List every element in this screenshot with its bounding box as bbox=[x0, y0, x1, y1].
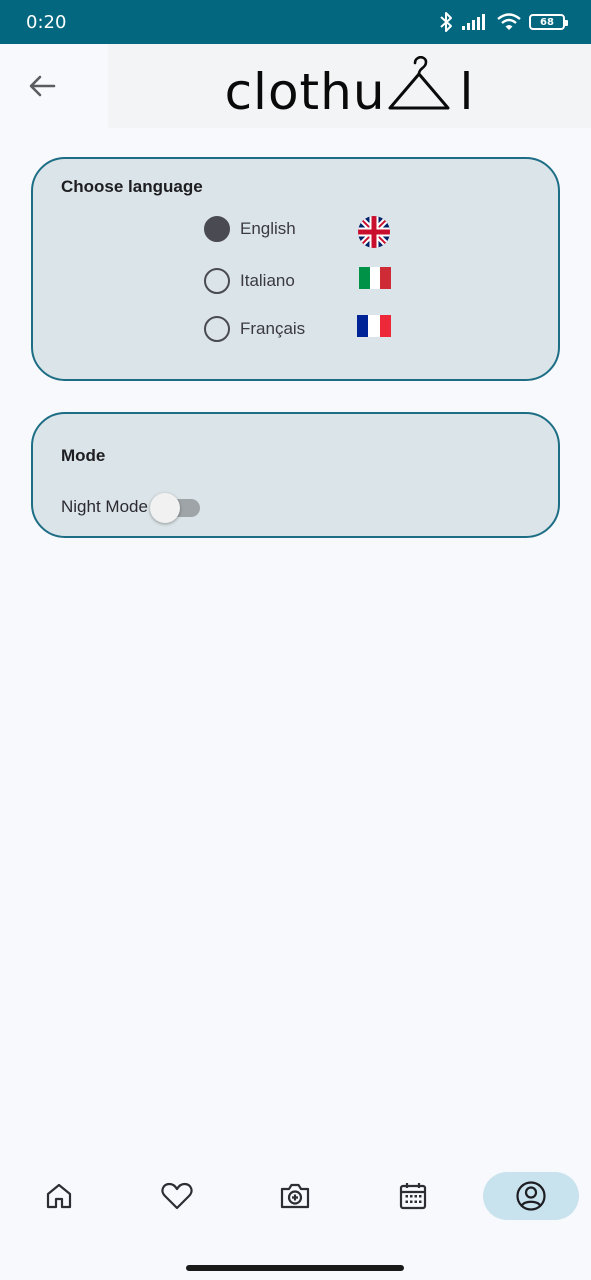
italy-flag-icon bbox=[359, 267, 391, 294]
app-logo: clothu l bbox=[108, 44, 591, 128]
uk-flag-icon bbox=[358, 216, 390, 253]
arrow-left-icon bbox=[29, 75, 56, 97]
bottom-navigation bbox=[0, 1160, 591, 1256]
signal-icon bbox=[461, 13, 489, 31]
language-label: Italiano bbox=[240, 271, 295, 290]
home-icon bbox=[46, 1183, 72, 1209]
radio-english[interactable] bbox=[204, 216, 230, 242]
bluetooth-icon bbox=[439, 11, 453, 33]
mode-card: Mode Night Mode bbox=[31, 412, 560, 538]
heart-icon bbox=[161, 1182, 193, 1210]
profile-icon bbox=[516, 1181, 546, 1211]
battery-level: 68 bbox=[540, 16, 554, 28]
home-indicator[interactable] bbox=[186, 1265, 404, 1271]
night-mode-row: Night Mode bbox=[61, 492, 202, 523]
calendar-icon bbox=[399, 1183, 427, 1210]
status-bar: 0:20 68 bbox=[0, 0, 591, 44]
wifi-icon bbox=[497, 13, 521, 31]
nav-add-photo[interactable] bbox=[247, 1172, 343, 1220]
nav-favorites[interactable] bbox=[129, 1172, 225, 1220]
language-title: Choose language bbox=[61, 177, 203, 196]
language-label: English bbox=[240, 219, 296, 238]
nav-home[interactable] bbox=[11, 1172, 107, 1220]
status-time: 0:20 bbox=[26, 11, 67, 33]
back-button[interactable] bbox=[22, 66, 62, 106]
status-icons: 68 bbox=[439, 11, 568, 33]
radio-francais[interactable] bbox=[204, 316, 230, 342]
language-label: Français bbox=[240, 319, 306, 338]
nav-profile[interactable] bbox=[483, 1172, 579, 1220]
night-mode-label: Night Mode bbox=[61, 497, 148, 516]
night-mode-toggle[interactable] bbox=[149, 492, 202, 523]
language-card: Choose language English Italiano Françai… bbox=[31, 157, 560, 381]
mode-title: Mode bbox=[61, 446, 106, 465]
battery-icon: 68 bbox=[529, 14, 568, 30]
logo-text: clothu bbox=[224, 62, 386, 121]
toggle-thumb bbox=[149, 493, 180, 523]
france-flag-icon bbox=[357, 315, 391, 342]
logo-text-end: l bbox=[459, 62, 475, 121]
camera-add-icon bbox=[280, 1183, 310, 1209]
hanger-icon bbox=[386, 55, 452, 117]
radio-italiano[interactable] bbox=[204, 268, 230, 294]
nav-calendar[interactable] bbox=[365, 1172, 461, 1220]
